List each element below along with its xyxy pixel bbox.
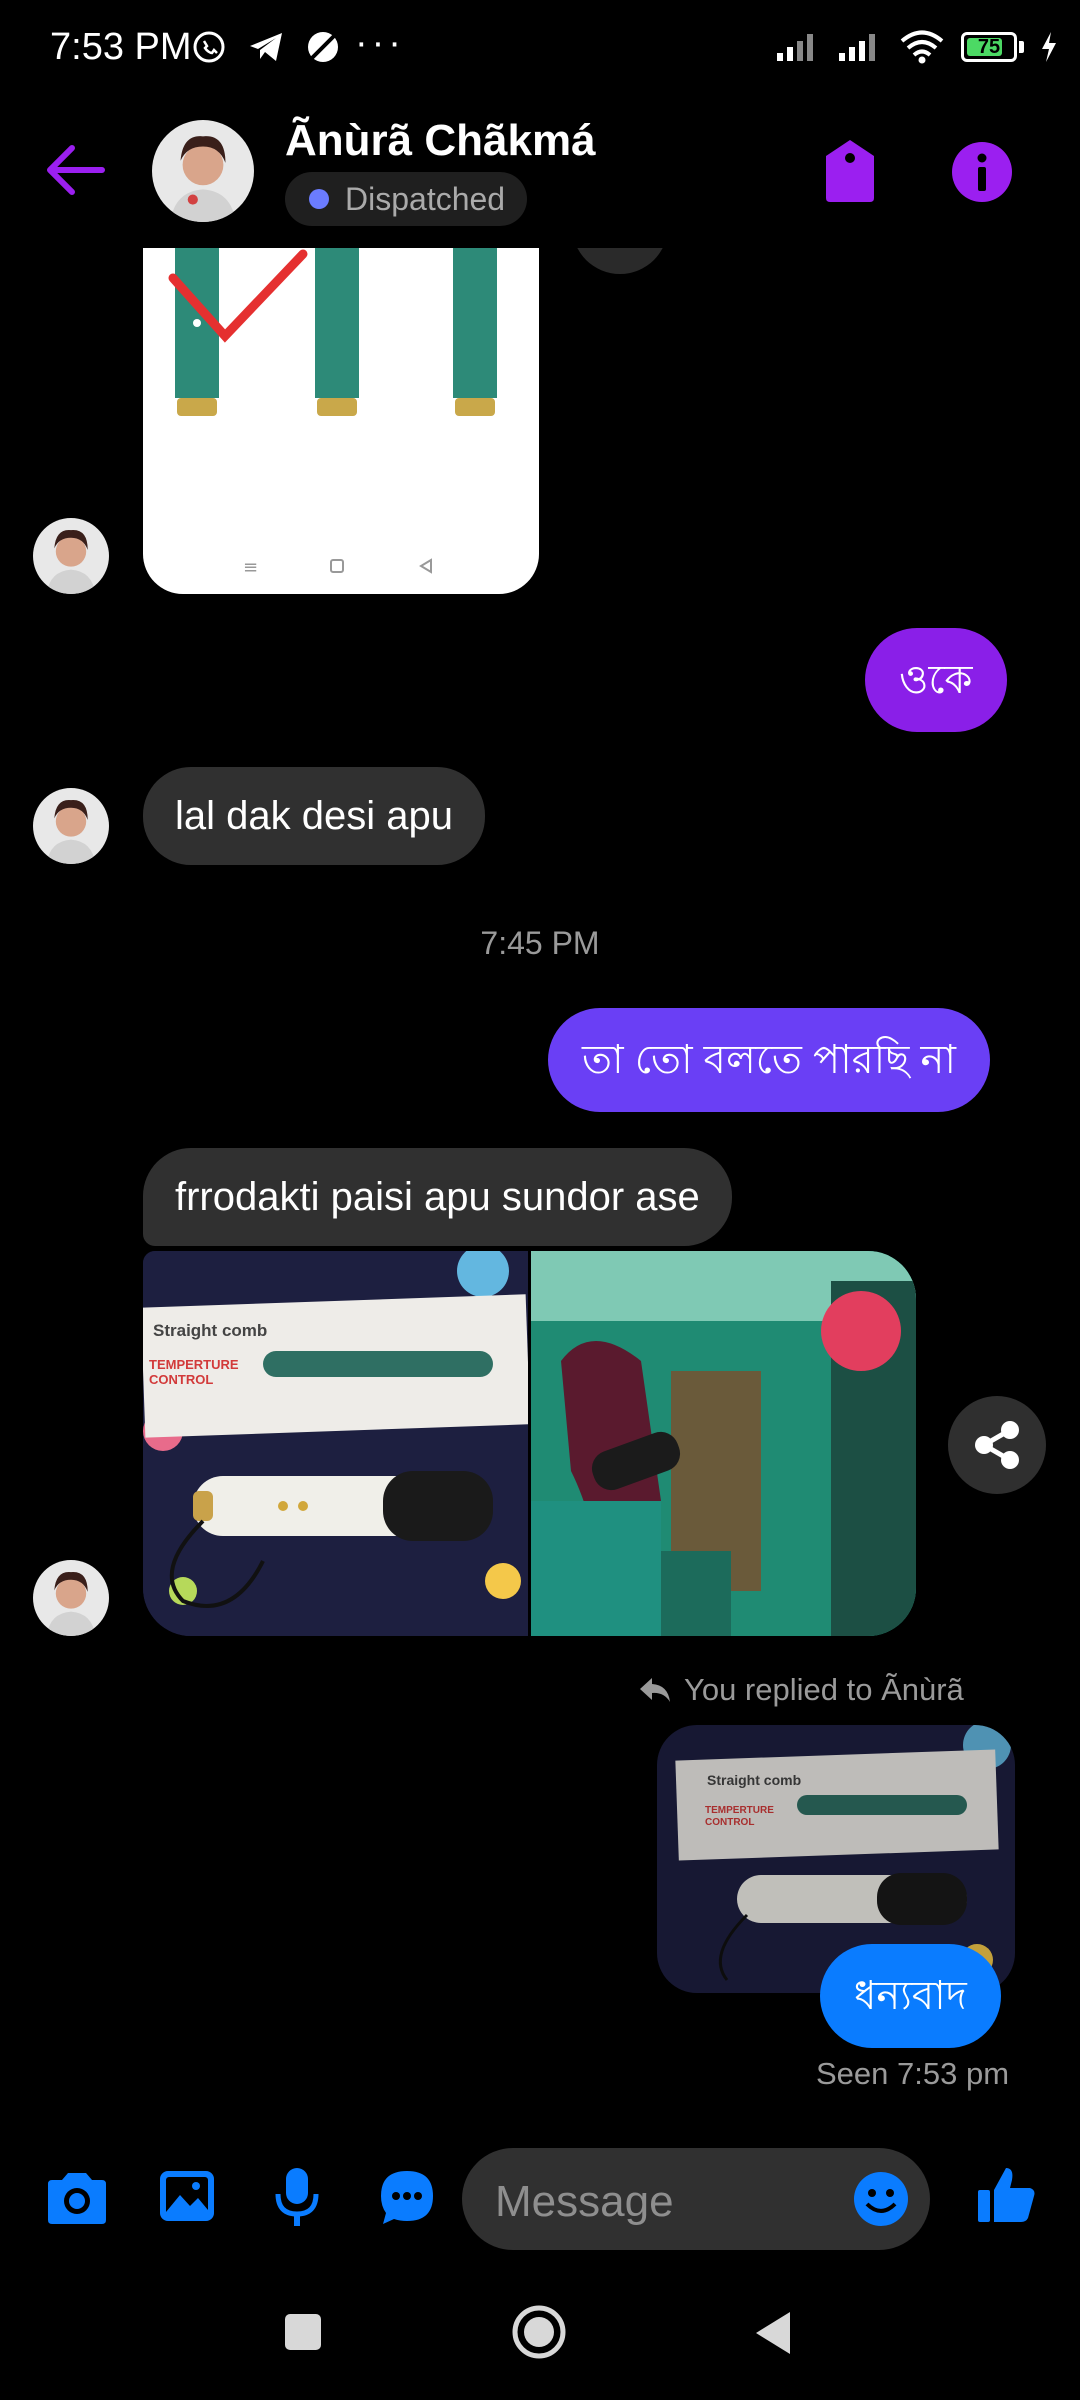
screenshot-image[interactable]: ≡	[143, 248, 539, 594]
incoming-message[interactable]: lal dak desi apu	[143, 767, 485, 865]
battery-cap	[1019, 41, 1024, 53]
reply-icon	[640, 1678, 670, 1702]
thumb-line2: CONTROL	[705, 1817, 754, 1828]
product-box-photo: Straight comb TEMPERTURE CONTROL	[143, 1251, 528, 1636]
box-line2: CONTROL	[149, 1372, 213, 1387]
sender-avatar[interactable]	[33, 788, 109, 864]
like-button[interactable]	[976, 2164, 1038, 2231]
notification-icons	[192, 30, 340, 64]
hair-brush-photo	[531, 1251, 916, 1636]
box-line1: TEMPERTURE	[149, 1357, 239, 1372]
status-bar: 7:53 PM ··· 75	[0, 0, 1080, 100]
reply-indicator: You replied to Ãnùrã	[638, 1672, 964, 1708]
message-text: তা তো বলতে পারছি না	[582, 1038, 956, 1082]
outgoing-message[interactable]: তা তো বলতে পারছি না	[548, 1008, 990, 1112]
smiley-icon	[854, 2172, 908, 2226]
more-notifications: ···	[355, 22, 405, 64]
telegram-icon	[250, 33, 282, 61]
gallery-button[interactable]	[158, 2168, 216, 2229]
home-button[interactable]	[511, 2304, 567, 2365]
box-brand: Straight comb	[153, 1321, 267, 1340]
back-button[interactable]	[40, 135, 120, 205]
no-disturb-icon	[308, 32, 338, 62]
home-circle-icon	[512, 2305, 566, 2359]
tag-icon	[826, 140, 874, 202]
message-text: lal dak desi apu	[175, 794, 453, 838]
system-indicators: 75	[775, 30, 1058, 64]
hair-straightener-screenshot: ≡	[168, 248, 497, 578]
image-icon	[160, 2171, 214, 2221]
timestamp-divider: 7:45 PM	[480, 925, 600, 961]
contact-name[interactable]: Ãnùrã Chãkmá	[285, 116, 596, 166]
message-placeholder: Message	[495, 2177, 674, 2226]
contact-avatar[interactable]	[152, 120, 254, 222]
sender-avatar[interactable]	[33, 1560, 109, 1636]
back-nav-button[interactable]	[752, 2308, 794, 2363]
photo-using-straightener[interactable]	[531, 1251, 916, 1636]
battery-level: 75	[977, 36, 1001, 58]
photo-product-box[interactable]: Straight comb TEMPERTURE CONTROL	[143, 1251, 528, 1636]
avatar	[33, 788, 109, 864]
avatar	[33, 518, 109, 594]
chat-bubble-icon	[381, 2171, 433, 2224]
battery-indicator: 75	[961, 32, 1017, 62]
square-icon	[285, 2314, 321, 2350]
message-text: frrodakti paisi apu sundor ase	[175, 1175, 700, 1219]
reply-label: You replied to Ãnùrã	[684, 1672, 964, 1707]
signal-icon	[777, 34, 813, 61]
voice-button[interactable]	[274, 2166, 320, 2233]
status-time: 7:53 PM	[50, 26, 192, 68]
svg-text:≡: ≡	[243, 557, 258, 578]
camera-icon	[48, 2173, 106, 2224]
seen-receipt: Seen 7:53 pm	[816, 2056, 1010, 2091]
thumb-brand: Straight comb	[707, 1772, 801, 1788]
emoji-button[interactable]	[852, 2170, 910, 2233]
signal-icon-2	[839, 34, 875, 61]
outgoing-message[interactable]: ধন্যবাদ	[820, 1944, 1001, 2048]
outgoing-message[interactable]: ওকে	[865, 628, 1007, 732]
info-button[interactable]	[950, 140, 1014, 204]
label-button[interactable]	[820, 138, 880, 204]
info-icon	[952, 142, 1012, 202]
share-button[interactable]	[948, 1396, 1046, 1494]
order-status-label: Dispatched	[345, 180, 506, 217]
order-status-badge[interactable]: Dispatched	[285, 172, 528, 226]
messenger-button[interactable]	[378, 2168, 436, 2231]
sender-avatar[interactable]	[33, 518, 109, 594]
avatar	[33, 1560, 109, 1636]
thumbs-up-icon	[978, 2168, 1035, 2222]
recents-button[interactable]	[283, 2312, 323, 2357]
charging-icon	[1042, 32, 1056, 62]
microphone-icon	[275, 2168, 319, 2226]
status-dot	[309, 189, 329, 209]
incoming-message[interactable]: frrodakti paisi apu sundor ase	[143, 1148, 732, 1246]
avatar	[152, 120, 254, 222]
message-text: ওকে	[899, 658, 973, 702]
triangle-back-icon	[756, 2312, 790, 2354]
arrow-left-icon	[47, 145, 105, 195]
thumb-line1: TEMPERTURE	[705, 1805, 774, 1816]
whatsapp-icon	[193, 31, 225, 63]
message-text: ধন্যবাদ	[854, 1974, 967, 2018]
wifi-icon	[900, 30, 944, 64]
camera-button[interactable]	[44, 2170, 110, 2231]
share-icon	[975, 1421, 1019, 1469]
